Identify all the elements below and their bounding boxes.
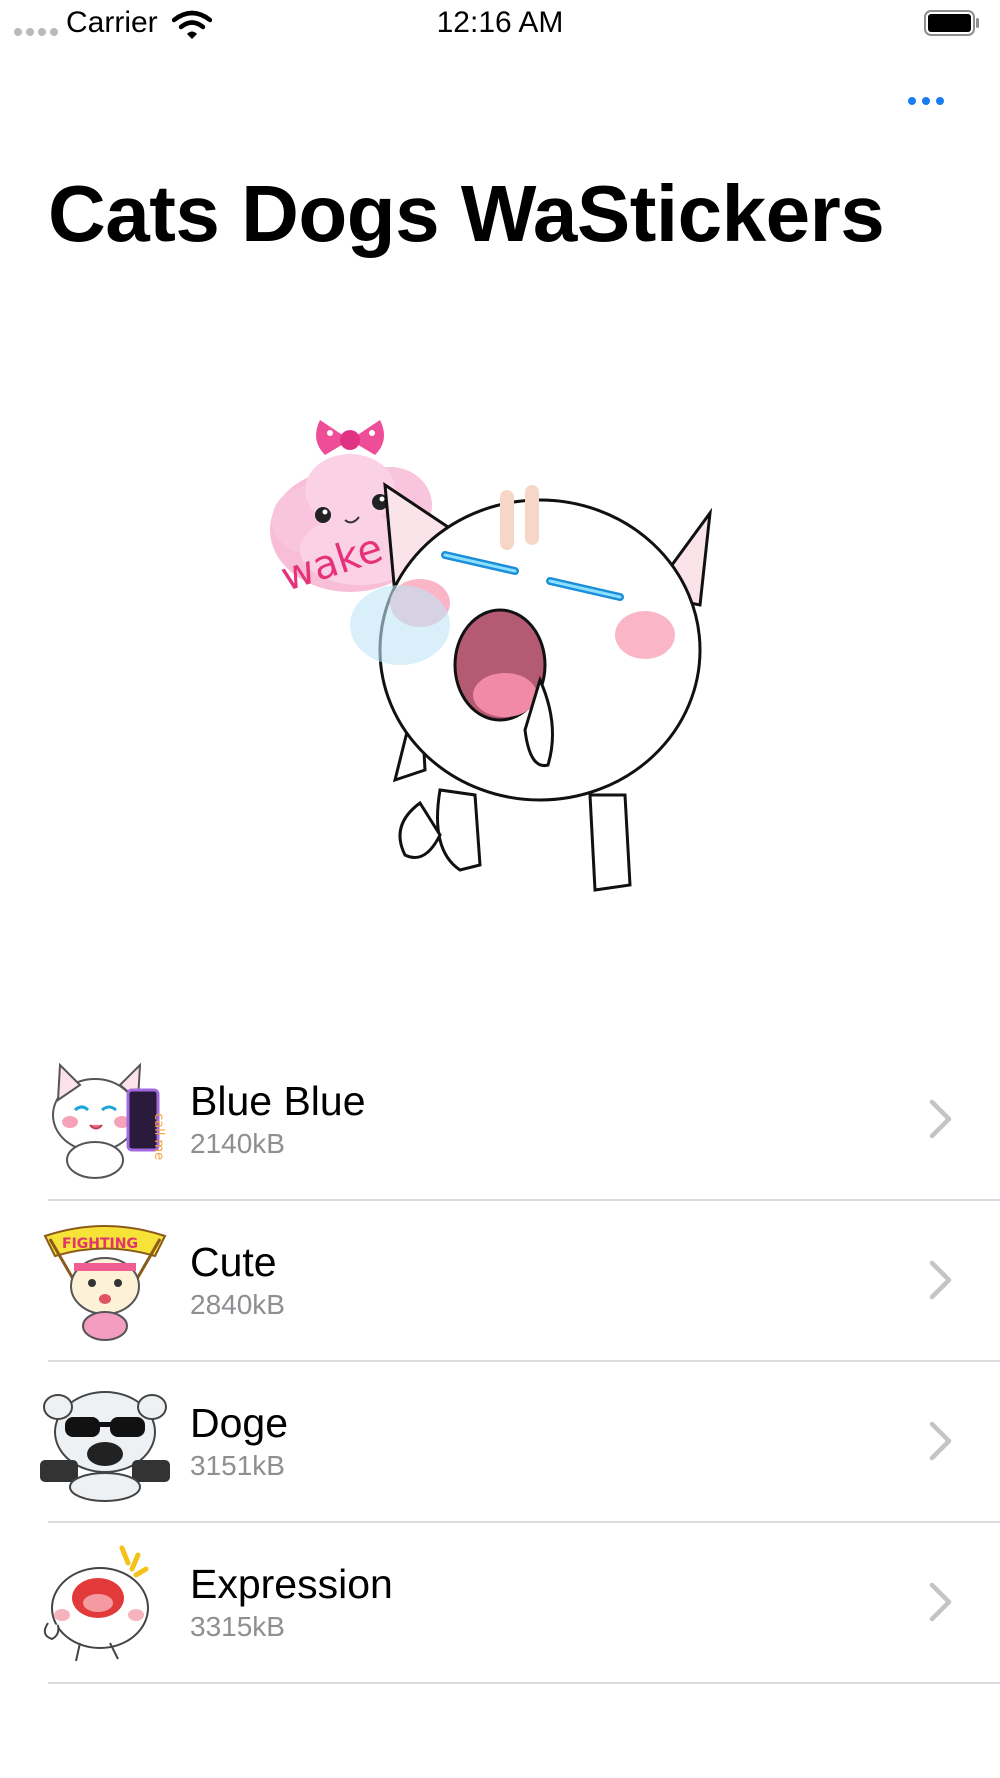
sticker-pack-row-blue-blue[interactable]: call me Blue Blue 2140kB	[0, 1040, 1000, 1201]
pack-size: 2140kB	[190, 1128, 285, 1159]
sticker-pack-list: call me Blue Blue 2140kB FIGHTING Cute 2…	[0, 1040, 1000, 1684]
sticker-pack-row-cute[interactable]: FIGHTING Cute 2840kB	[0, 1201, 1000, 1362]
battery-icon	[924, 10, 979, 36]
pack-size: 2840kB	[190, 1289, 285, 1320]
pack-size: 3151kB	[190, 1450, 285, 1481]
pack-size: 3315kB	[190, 1611, 285, 1642]
pack-name: Blue Blue	[190, 1078, 366, 1124]
hero-sticker-image: wake up	[270, 420, 713, 892]
chevron-right-icon	[929, 1582, 952, 1622]
status-time: 12:16 AM	[436, 6, 564, 39]
row-divider	[48, 1682, 1000, 1684]
pack-name: Doge	[190, 1400, 289, 1446]
pack-name: Expression	[190, 1561, 393, 1607]
sticker-pack-row-expression[interactable]: Expression 3315kB	[0, 1523, 1000, 1684]
more-options-button[interactable]	[904, 86, 948, 116]
chevron-right-icon	[929, 1421, 952, 1461]
cute-thumb-text: FIGHTING	[62, 1236, 138, 1252]
chevron-right-icon	[929, 1260, 952, 1300]
ellipsis-icon	[908, 97, 916, 105]
cute-pack-thumbnail: FIGHTING	[43, 1225, 167, 1341]
sticker-pack-row-doge[interactable]: Doge 3151kB	[0, 1362, 1000, 1523]
pack-name: Cute	[190, 1239, 277, 1285]
expression-pack-thumbnail	[43, 1545, 149, 1662]
chevron-right-icon	[929, 1099, 952, 1139]
status-bar: Carrier 12:16 AM	[0, 0, 1000, 50]
doge-pack-thumbnail	[40, 1391, 170, 1502]
yawning-cat	[350, 482, 713, 892]
blue-blue-pack-thumbnail: call me	[52, 1062, 166, 1179]
blue-blue-thumb-text: call me	[151, 1113, 166, 1160]
page-title: Cats Dogs WaStickers	[48, 169, 885, 258]
